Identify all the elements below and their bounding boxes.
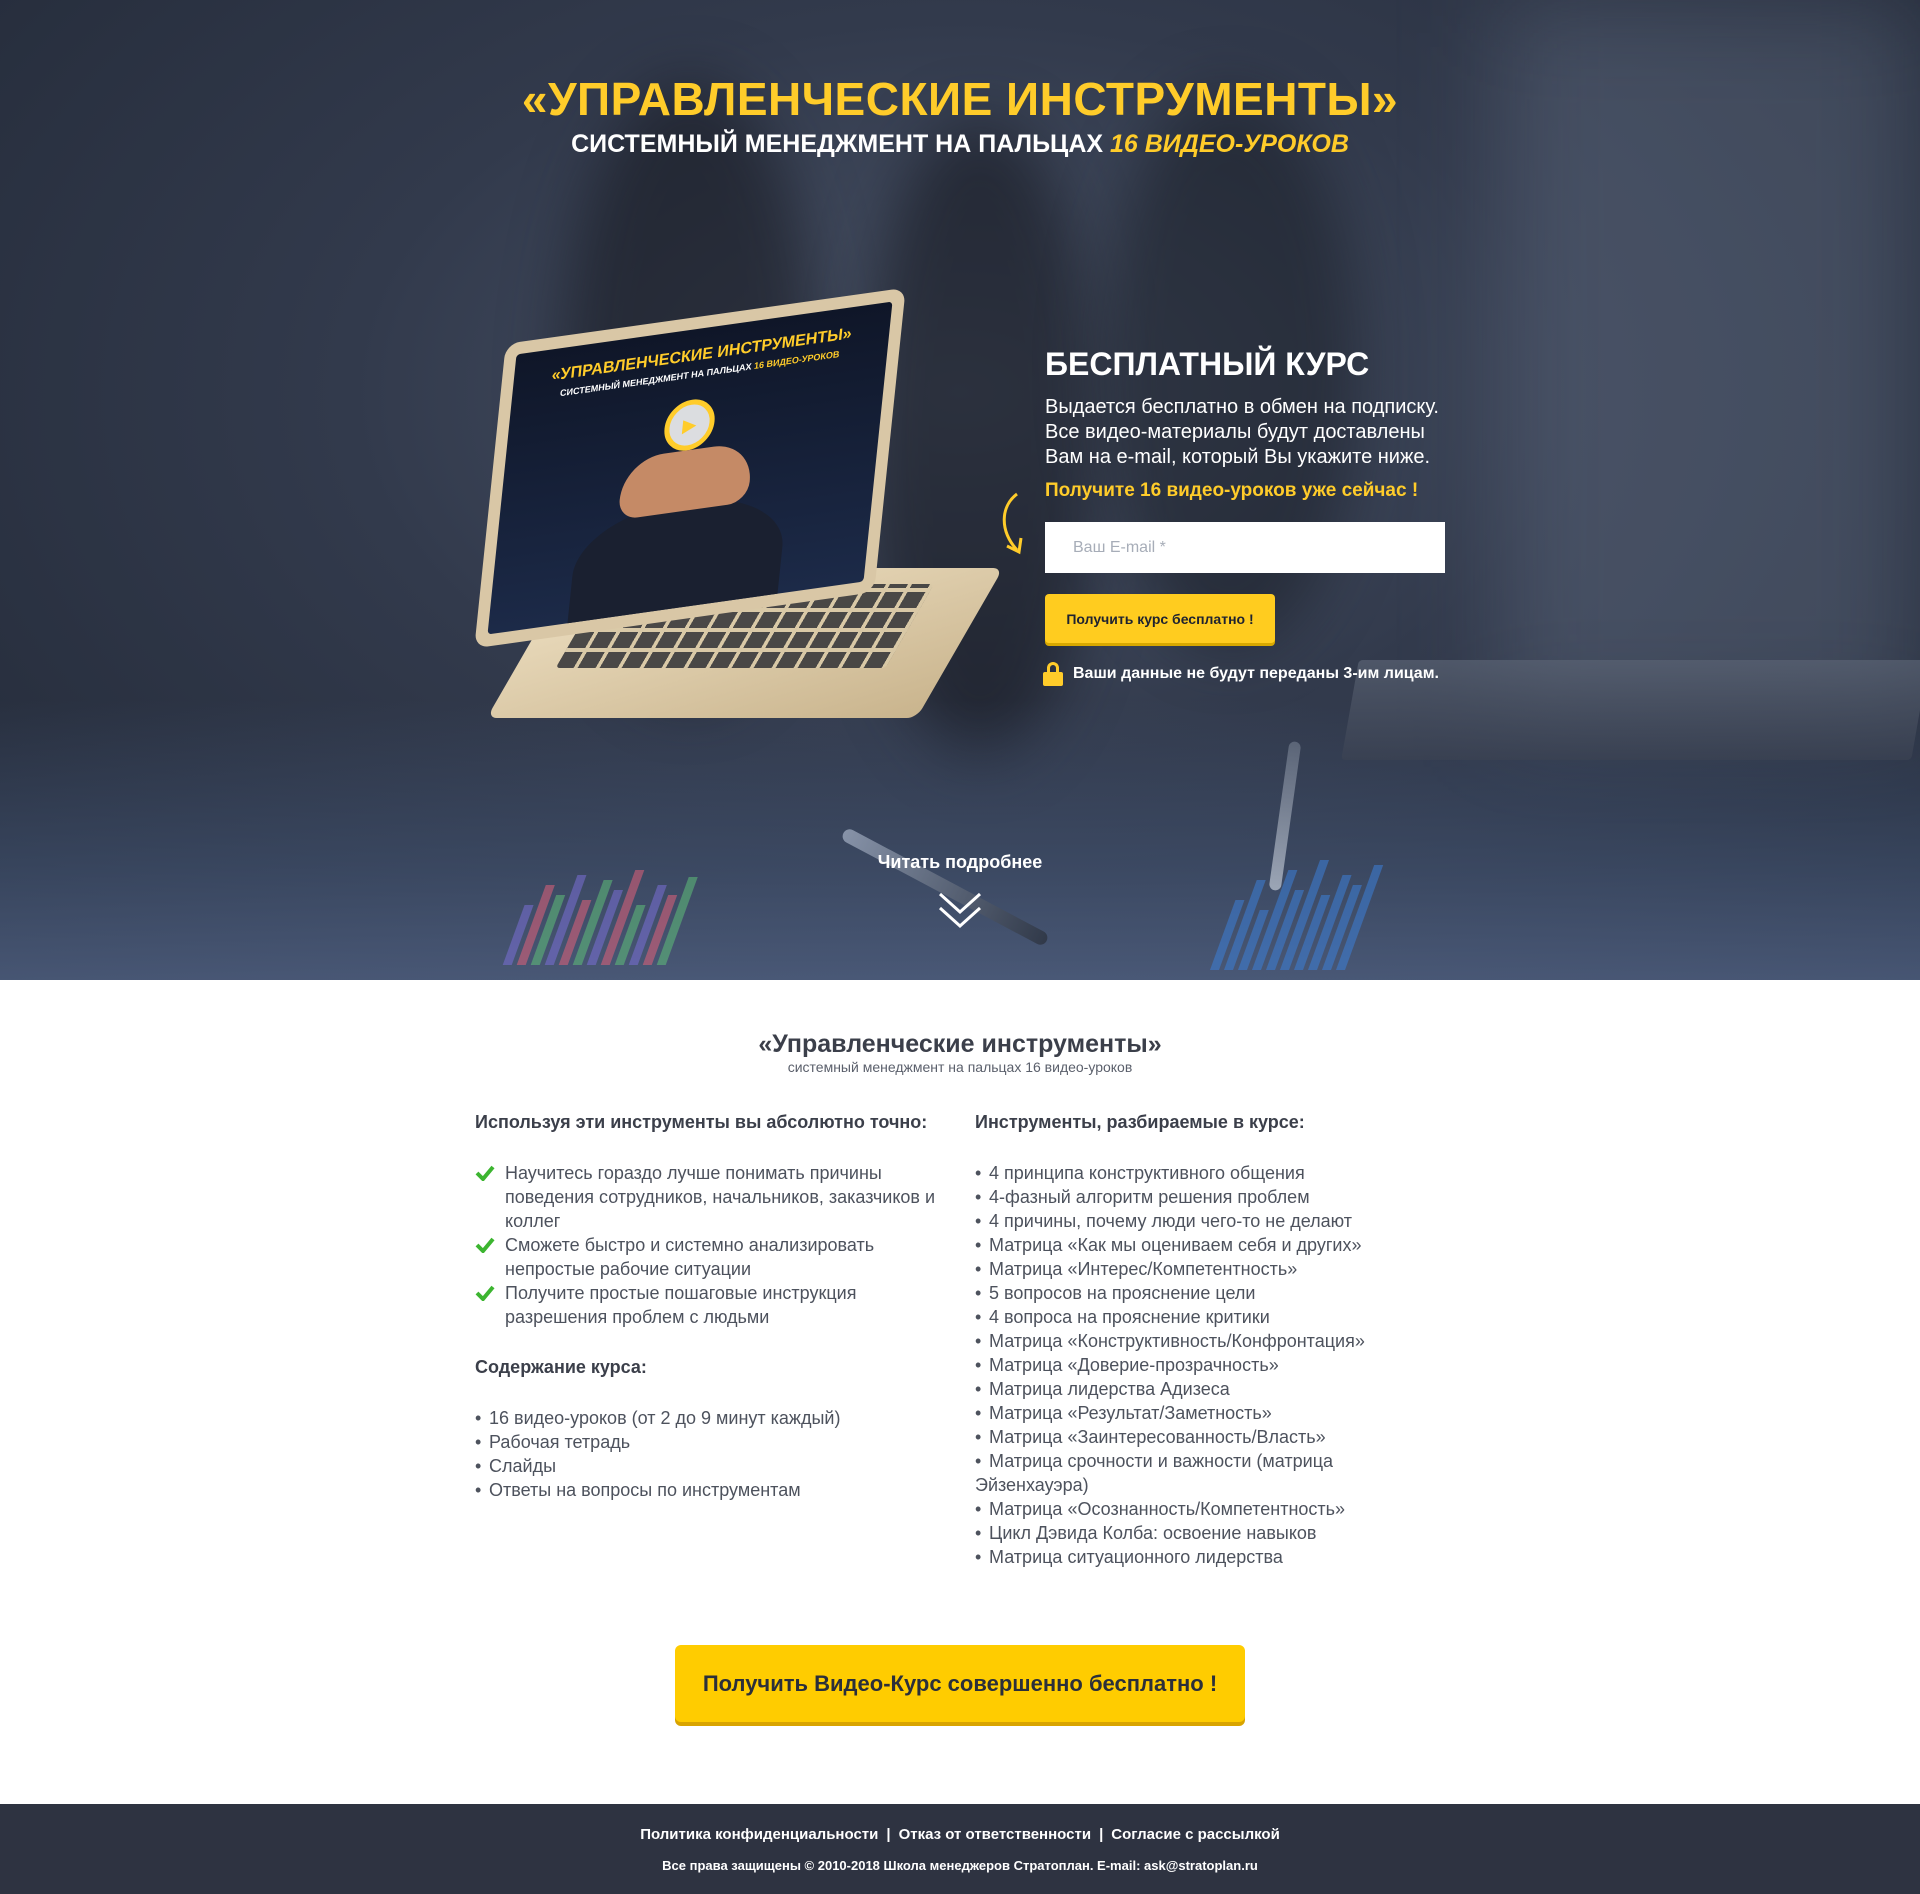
laptop-mockup: «УПРАВЛЕНЧЕСКИЕ ИНСТРУМЕНТЫ» СИСТЕМНЫЙ М… xyxy=(470,287,1004,728)
list-item: Матрица «Заинтересованность/Власть» xyxy=(975,1425,1415,1449)
hero-section: «УПРАВЛЕНЧЕСКИЕ ИНСТРУМЕНТЫ» СИСТЕМНЫЙ М… xyxy=(0,0,1920,980)
footer-links: Политика конфиденциальности | Отказ от отв… xyxy=(0,1826,1920,1843)
form-cta-text: Получите 16 видео-уроков уже сейчас ! xyxy=(1045,480,1419,501)
contents-list: 16 видео-уроков (от 2 до 9 минут каждый)… xyxy=(475,1406,955,1502)
list-item: 5 вопросов на прояснение цели xyxy=(975,1281,1415,1305)
course-subtitle: системный менеджмент на пальцах 16 видео… xyxy=(787,1059,1133,1075)
list-item: Рабочая тетрадь xyxy=(475,1430,955,1454)
benefit-text: Получите простые пошаговые инструкция ра… xyxy=(505,1283,857,1327)
email-input[interactable] xyxy=(1045,522,1445,573)
laptop-screen: «УПРАВЛЕНЧЕСКИЕ ИНСТРУМЕНТЫ» СИСТЕМНЫЙ М… xyxy=(487,301,893,635)
list-item: Ответы на вопросы по инструментам xyxy=(475,1478,955,1502)
get-course-button[interactable]: Получить курс бесплатно ! xyxy=(1045,594,1275,643)
list-item: Матрица лидерства Адизеса xyxy=(975,1377,1415,1401)
hero-title: «УПРАВЛЕНЧЕСКИЕ ИНСТРУМЕНТЫ» xyxy=(521,73,1399,125)
hero-subtitle-main: СИСТЕМНЫЙ МЕНЕДЖМЕНТ НА ПАЛЬЦАХ xyxy=(571,130,1110,158)
list-item: Матрица «Интерес/Компетентность» xyxy=(975,1257,1415,1281)
form-description-line: Вам на e-mail, который Вы укажите ниже. xyxy=(1045,446,1431,468)
footer: Политика конфиденциальности | Отказ от отв… xyxy=(0,1804,1920,1894)
background-chart-paper xyxy=(502,870,701,965)
list-item: Матрица «Результат/Заметность» xyxy=(975,1401,1415,1425)
list-item: Матрица срочности и важности (матрица Эй… xyxy=(975,1449,1415,1497)
subscription-form: БЕСПЛАТНЫЙ КУРС Выдается бесплатно в обм… xyxy=(1045,346,1465,502)
laptop-screen-frame: «УПРАВЛЕНЧЕСКИЕ ИНСТРУМЕНТЫ» СИСТЕМНЫЙ М… xyxy=(474,287,906,649)
list-item: Получите простые пошаговые инструкция ра… xyxy=(475,1281,955,1329)
check-icon xyxy=(475,1165,495,1181)
form-title: БЕСПЛАТНЫЙ КУРС xyxy=(1045,346,1370,382)
footer-separator: | xyxy=(1099,1826,1104,1843)
form-description-line: Все видео-материалы будут доставлены xyxy=(1045,421,1425,443)
curved-arrow-icon xyxy=(1002,492,1023,555)
benefits-heading: Используя эти инструменты вы абсолютно т… xyxy=(475,1112,928,1132)
list-item: Научитесь гораздо лучше понимать причины… xyxy=(475,1161,955,1233)
footer-link-privacy-policy[interactable]: Политика конфиденциальности xyxy=(640,1826,878,1843)
play-icon: ▶ xyxy=(661,396,718,454)
course-title: «Управленческие инструменты» xyxy=(758,1030,1162,1058)
list-item: Матрица «Доверие-прозрачность» xyxy=(975,1353,1415,1377)
hero-subtitle-accent: 16 ВИДЕО-УРОКОВ xyxy=(1110,130,1349,158)
list-item: 4-фазный алгоритм решения проблем xyxy=(975,1185,1415,1209)
footer-separator: | xyxy=(886,1826,891,1843)
list-item: 4 причины, почему люди чего-то не делают xyxy=(975,1209,1415,1233)
benefit-text: Научитесь гораздо лучше понимать причины… xyxy=(505,1163,936,1231)
footer-link-disclaimer[interactable]: Отказ от ответственности xyxy=(899,1826,1091,1843)
footer-copyright: Все права защищены © 2010-2018 Школа мен… xyxy=(662,1858,1258,1873)
double-chevron-down-icon[interactable] xyxy=(938,888,982,932)
list-item: Цикл Дэвида Колба: освоение навыков xyxy=(975,1521,1415,1545)
benefits-column: Используя эти инструменты вы абсолютно т… xyxy=(475,1112,955,1502)
read-more-link[interactable]: Читать подробнее xyxy=(0,852,1920,873)
list-item: Матрица ситуационного лидерства xyxy=(975,1545,1415,1569)
check-icon xyxy=(475,1237,495,1253)
benefits-list: Научитесь гораздо лучше понимать причины… xyxy=(475,1161,955,1329)
tools-heading: Инструменты, разбираемые в курсе: xyxy=(975,1112,1305,1132)
check-icon xyxy=(475,1285,495,1301)
list-item: Матрица «Как мы оцениваем себя и других» xyxy=(975,1233,1415,1257)
benefit-text: Сможете быстро и системно анализировать … xyxy=(505,1235,875,1279)
list-item: 16 видео-уроков (от 2 до 9 минут каждый) xyxy=(475,1406,955,1430)
form-description-line: Выдается бесплатно в обмен на подписку. xyxy=(1045,396,1439,418)
tools-column: Инструменты, разбираемые в курсе: 4 прин… xyxy=(975,1112,1415,1569)
footer-link-mailing-consent[interactable]: Согласие с рассылкой xyxy=(1111,1826,1280,1843)
list-item: 4 вопроса на прояснение критики xyxy=(975,1305,1415,1329)
tools-list: 4 принципа конструктивного общения 4-фаз… xyxy=(975,1161,1415,1569)
privacy-text: Ваши данные не будут переданы 3-им лицам… xyxy=(1073,665,1439,682)
privacy-note: Ваши данные не будут переданы 3-им лицам… xyxy=(1043,662,1439,686)
list-item: Матрица «Конструктивность/Конфронтация» xyxy=(975,1329,1415,1353)
list-item: 4 принципа конструктивного общения xyxy=(975,1161,1415,1185)
contents-heading: Содержание курса: xyxy=(475,1357,647,1377)
lock-icon xyxy=(1043,662,1063,686)
list-item: Матрица «Осознанность/Компетентность» xyxy=(975,1497,1415,1521)
list-item: Сможете быстро и системно анализировать … xyxy=(475,1233,955,1281)
get-free-video-course-button[interactable]: Получить Видео-Курс совершенно бесплатно… xyxy=(675,1645,1245,1722)
list-item: Слайды xyxy=(475,1454,955,1478)
hero-subtitle: СИСТЕМНЫЙ МЕНЕДЖМЕНТ НА ПАЛЬЦАХ 16 ВИДЕО… xyxy=(0,130,1920,159)
